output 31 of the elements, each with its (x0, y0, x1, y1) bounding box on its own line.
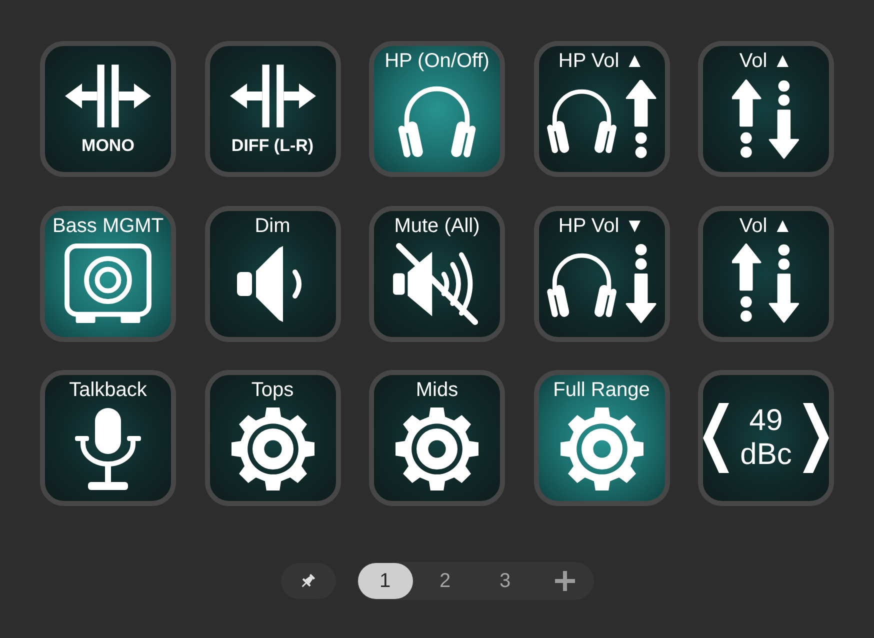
page-tab[interactable]: 3 (478, 563, 532, 599)
plus-icon (555, 571, 575, 591)
pin-button[interactable] (280, 563, 336, 599)
chevron-left-icon[interactable] (703, 403, 729, 473)
gear-icon (558, 406, 644, 492)
key-button[interactable]: HP Vol ▼ (534, 206, 670, 342)
key-button[interactable]: Mute (All) (369, 206, 505, 342)
page-tab[interactable]: 2 (418, 563, 472, 599)
headphones-up-arrow-icon (546, 80, 658, 160)
key-button[interactable]: HP Vol ▲ (534, 41, 670, 177)
key-button[interactable]: Vol ▲ (698, 206, 834, 342)
level-stepper[interactable]: 49 dBc (698, 370, 834, 506)
chevron-right-icon[interactable] (802, 403, 829, 473)
headphones-down-arrow-icon (546, 244, 658, 324)
key-button[interactable]: MONO (40, 41, 176, 177)
key-button[interactable]: DIFF (L-R) (204, 41, 340, 177)
key-button[interactable]: Dim (204, 206, 340, 342)
key-button[interactable]: Full Range (534, 370, 670, 506)
key-button[interactable]: HP (On/Off) (369, 41, 505, 177)
page-tab[interactable]: 1 (358, 563, 412, 599)
key-button[interactable]: Tops (204, 370, 340, 506)
up-down-arrows-icon (732, 78, 800, 162)
gear-icon (394, 406, 480, 492)
gear-icon (230, 406, 316, 492)
key-button[interactable]: Talkback (40, 370, 176, 506)
pin-icon (300, 573, 316, 589)
key-button[interactable]: Mids (369, 370, 505, 506)
speaker-cabinet-icon (64, 243, 152, 325)
key-button[interactable]: Bass MGMT (40, 206, 176, 342)
key-button[interactable]: Vol ▲ (698, 41, 834, 177)
speaker-muted-icon (393, 242, 481, 326)
